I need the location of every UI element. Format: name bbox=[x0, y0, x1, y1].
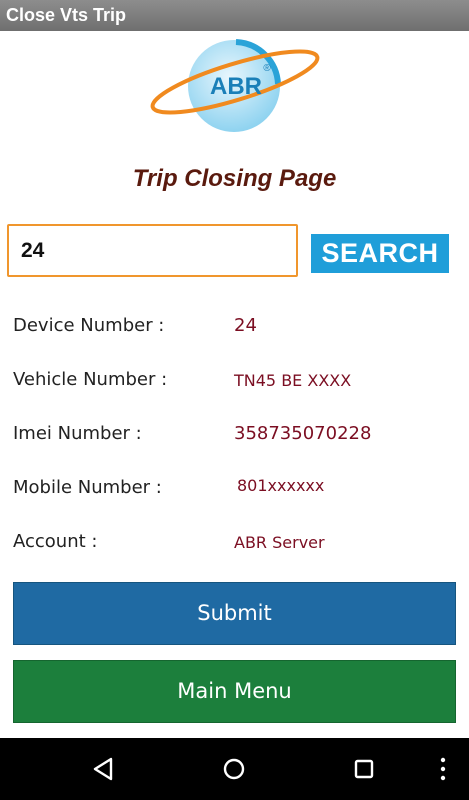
account-row: Account : ABR Server bbox=[0, 531, 469, 561]
main-menu-button[interactable]: Main Menu bbox=[13, 660, 456, 723]
page-title: Trip Closing Page bbox=[132, 165, 337, 192]
submit-button[interactable]: Submit bbox=[13, 582, 456, 645]
logo-text: ABR bbox=[210, 73, 262, 100]
mobile-number-row: Mobile Number : 801xxxxxx bbox=[0, 476, 469, 507]
home-icon[interactable] bbox=[216, 751, 252, 787]
device-number-row: Device Number : 24 bbox=[0, 315, 469, 345]
app-title: Close Vts Trip bbox=[6, 5, 127, 25]
imei-number-row: Imei Number : 358735070228 bbox=[0, 423, 469, 453]
vehicle-number-label: Vehicle Number : bbox=[13, 369, 168, 390]
abr-logo: ABR ® bbox=[150, 39, 320, 132]
account-label: Account : bbox=[13, 531, 98, 552]
imei-number-label: Imei Number : bbox=[13, 423, 142, 444]
account-value: ABR Server bbox=[234, 533, 325, 552]
device-search-input[interactable] bbox=[7, 224, 298, 277]
mobile-number-label: Mobile Number : bbox=[13, 477, 162, 498]
device-number-value: 24 bbox=[234, 315, 257, 336]
vehicle-number-value: TN45 BE XXXX bbox=[234, 371, 352, 390]
device-number-label: Device Number : bbox=[13, 315, 165, 336]
app-title-bar: Close Vts Trip bbox=[0, 0, 469, 31]
mobile-number-value: 801xxxxxx bbox=[237, 476, 325, 495]
overflow-menu-icon[interactable] bbox=[425, 751, 461, 787]
back-icon[interactable] bbox=[86, 751, 122, 787]
vehicle-number-row: Vehicle Number : TN45 BE XXXX bbox=[0, 369, 469, 399]
recents-icon[interactable] bbox=[346, 751, 382, 787]
search-button[interactable]: SEARCH bbox=[311, 234, 449, 273]
imei-number-value: 358735070228 bbox=[234, 423, 372, 444]
logo-registered-mark: ® bbox=[263, 63, 271, 74]
android-navigation-bar bbox=[0, 738, 469, 800]
